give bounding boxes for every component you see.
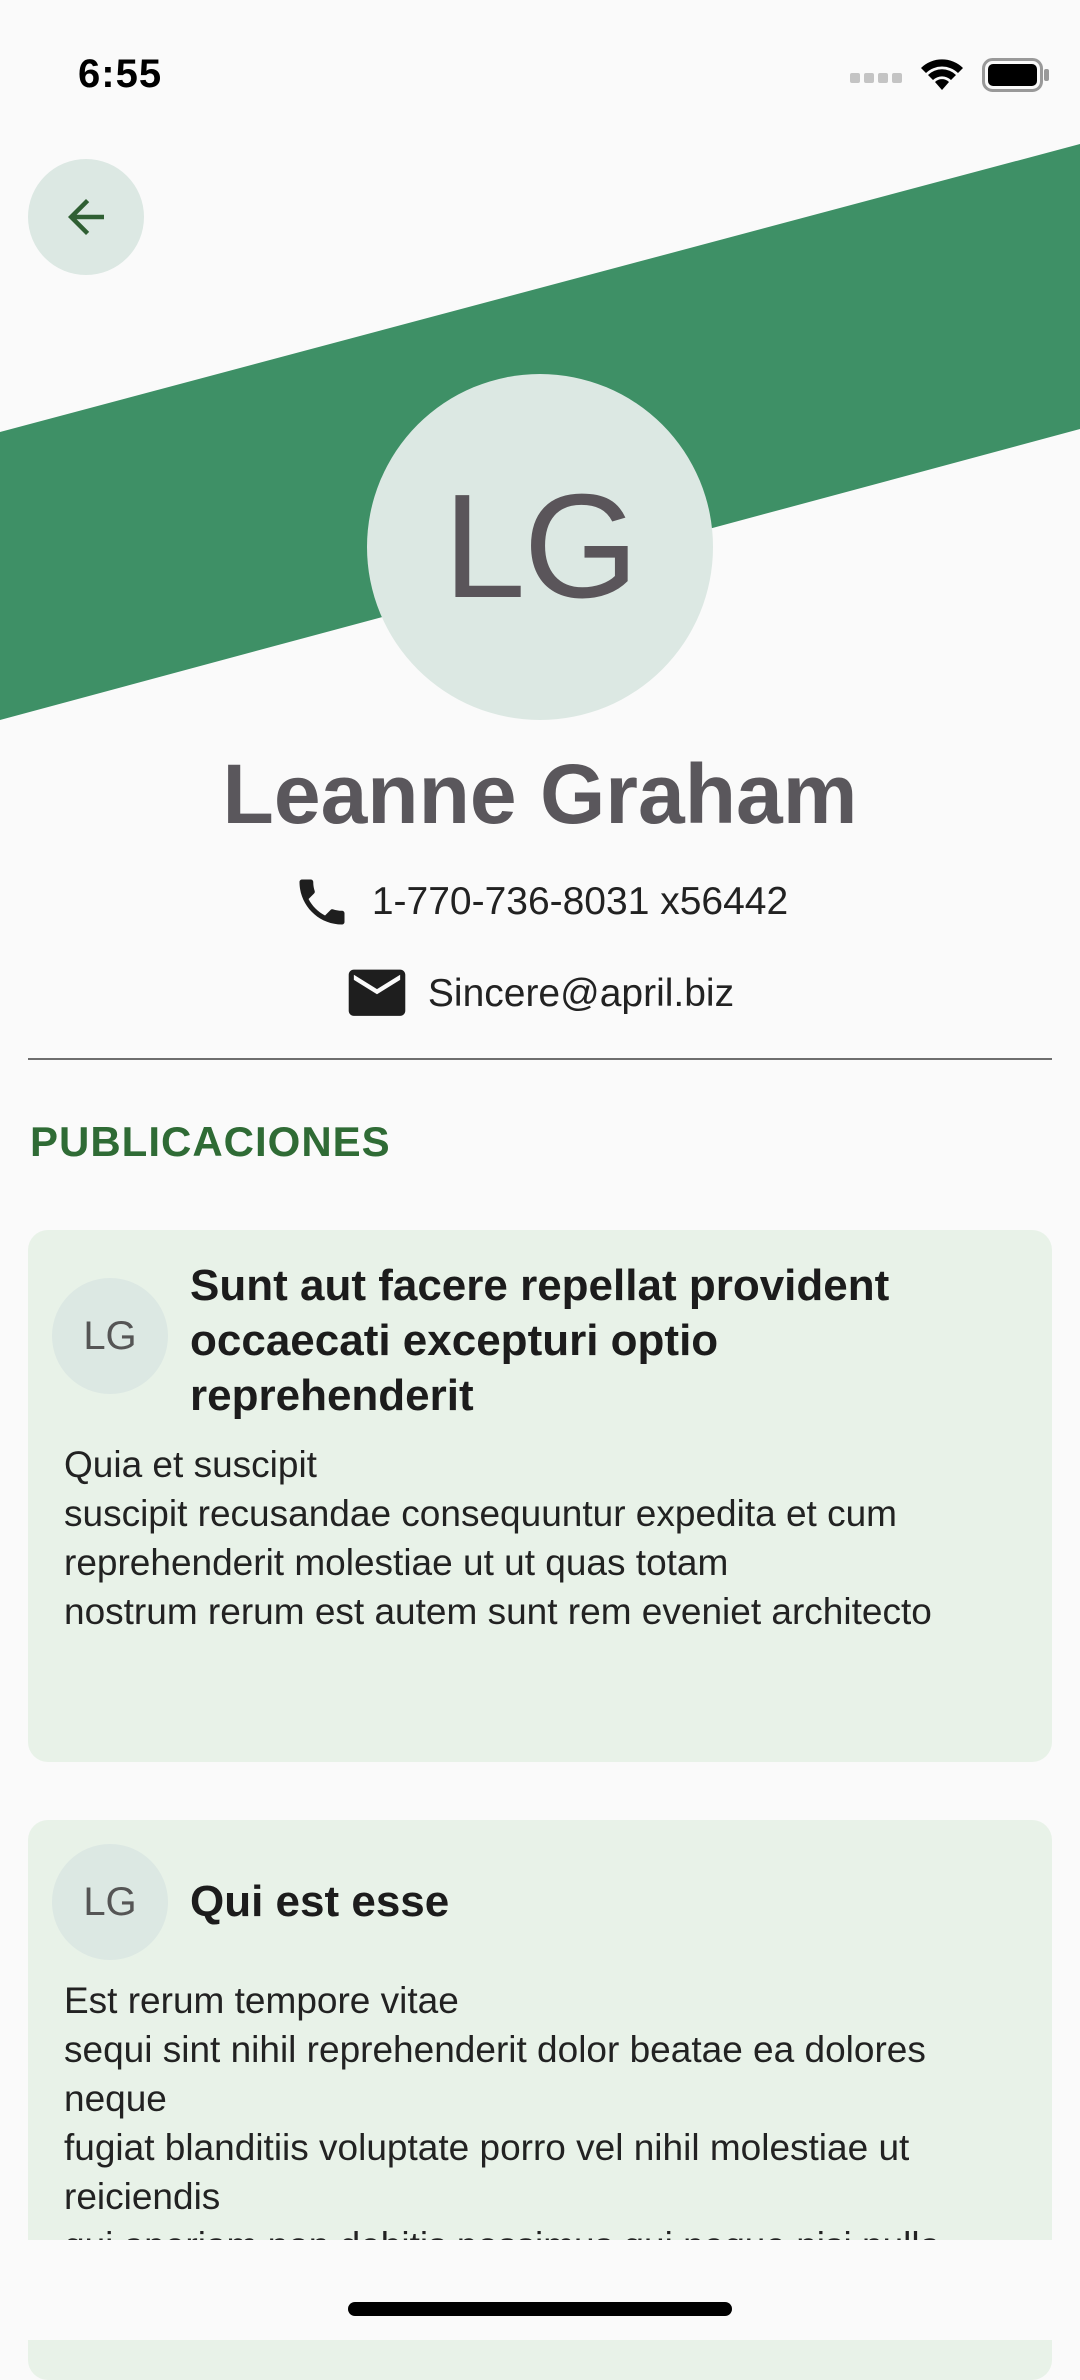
- profile-name: Leanne Graham: [222, 747, 858, 841]
- status-bar: 6:55: [0, 0, 1080, 140]
- profile-avatar: LG: [367, 374, 713, 720]
- email-address: Sincere@april.biz: [427, 972, 735, 1015]
- phone-row[interactable]: 1-770-736-8031 x56442: [0, 872, 1080, 932]
- post-body: Quia et suscipit suscipit recusandae con…: [64, 1444, 932, 1632]
- wifi-icon: [921, 59, 963, 90]
- post-avatar-initials: LG: [83, 1313, 137, 1358]
- phone-number: 1-770-736-8031 x56442: [371, 880, 789, 923]
- post-card[interactable]: LG Sunt aut facere repellat provident oc…: [28, 1230, 1052, 1762]
- arrow-back-icon: [68, 199, 104, 235]
- phone-icon: [299, 879, 345, 925]
- back-button[interactable]: [28, 159, 144, 275]
- post-avatar-initials: LG: [83, 1879, 137, 1924]
- status-icons: [850, 58, 1050, 92]
- divider: [28, 1058, 1052, 1060]
- post-body: Est rerum tempore vitae sequi sint nihil…: [64, 1980, 940, 2266]
- section-title: PUBLICACIONES: [30, 1118, 391, 1165]
- home-indicator[interactable]: [348, 2302, 732, 2316]
- post-avatar: LG: [52, 1278, 168, 1394]
- email-row[interactable]: Sincere@april.biz: [0, 967, 1080, 1021]
- battery-icon: [982, 58, 1049, 92]
- profile-avatar-initials: LG: [443, 464, 638, 629]
- email-icon: [348, 969, 406, 1016]
- post-title: Qui est esse: [190, 1877, 450, 1926]
- post-avatar: LG: [52, 1844, 168, 1960]
- status-time: 6:55: [78, 52, 163, 96]
- post-title: Sunt aut facere repellat provident occae…: [190, 1261, 890, 1420]
- signal-icon: [850, 73, 902, 83]
- bottom-safe-area: [0, 2240, 1080, 2340]
